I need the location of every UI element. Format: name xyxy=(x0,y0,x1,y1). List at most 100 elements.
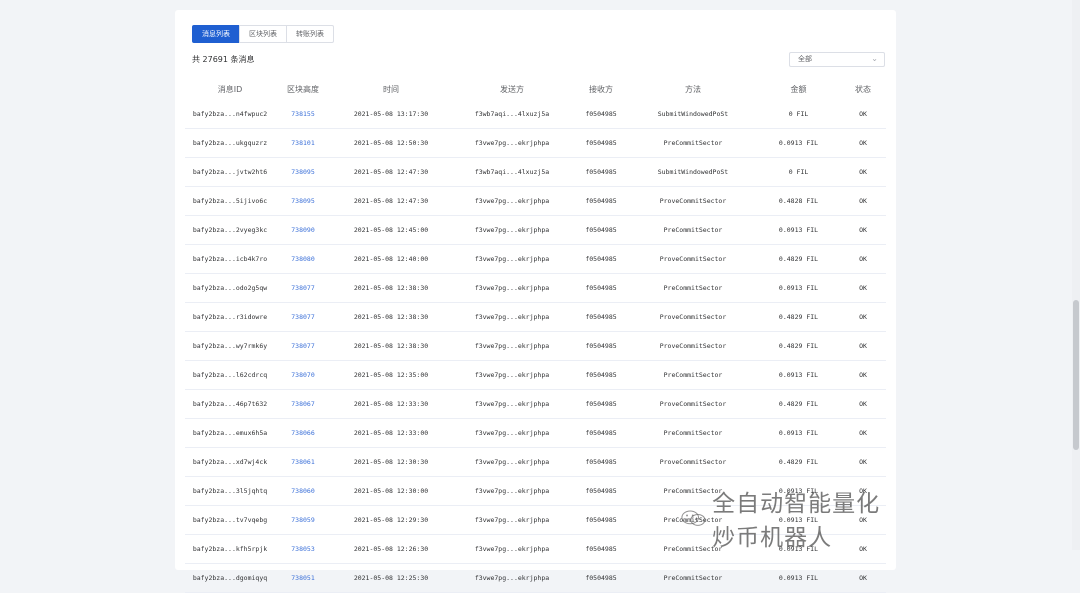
tab-messages[interactable]: 消息列表 xyxy=(192,25,240,43)
cell-message-id[interactable]: bafy2bza...odo2g5qw xyxy=(185,273,275,303)
cell-block-height[interactable]: 738051 xyxy=(275,563,331,593)
cell-sender[interactable]: f3vwe7pg...ekrjphpa xyxy=(451,273,573,303)
cell-receiver[interactable]: f0504985 xyxy=(573,215,629,245)
cell-time: 2021-05-08 12:26:30 xyxy=(331,534,451,564)
cell-block-height[interactable]: 738066 xyxy=(275,418,331,448)
cell-amount: 0 FIL xyxy=(757,100,840,129)
cell-message-id[interactable]: bafy2bza...dgomiqyq xyxy=(185,563,275,593)
cell-block-height[interactable]: 738095 xyxy=(275,157,331,187)
cell-sender[interactable]: f3vwe7pg...ekrjphpa xyxy=(451,563,573,593)
table-row[interactable]: bafy2bza...dgomiqyq 738051 2021-05-08 12:2… xyxy=(185,563,886,593)
cell-receiver[interactable]: f0504985 xyxy=(573,128,629,158)
cell-block-height[interactable]: 738077 xyxy=(275,273,331,303)
cell-sender[interactable]: f3vwe7pg...ekrjphpa xyxy=(451,331,573,361)
cell-sender[interactable]: f3vwe7pg...ekrjphpa xyxy=(451,389,573,419)
cell-block-height[interactable]: 738070 xyxy=(275,360,331,390)
cell-sender[interactable]: f3wb7aqi...4lxuzj5a xyxy=(451,157,573,187)
cell-method: ProveCommitSector xyxy=(629,302,757,332)
cell-sender[interactable]: f3vwe7pg...ekrjphpa xyxy=(451,476,573,506)
table-row[interactable]: bafy2bza...icb4k7ro 738080 2021-05-08 12:4… xyxy=(185,244,886,274)
table-row[interactable]: bafy2bza...2vyeg3kc 738090 2021-05-08 12:4… xyxy=(185,215,886,245)
cell-block-height[interactable]: 738155 xyxy=(275,100,331,129)
scrollbar-thumb[interactable] xyxy=(1073,300,1079,450)
cell-receiver[interactable]: f0504985 xyxy=(573,360,629,390)
list-tabs: 消息列表 区块列表 转账列表 xyxy=(192,25,334,43)
cell-message-id[interactable]: bafy2bza...tv7vqebg xyxy=(185,505,275,535)
cell-receiver[interactable]: f0504985 xyxy=(573,100,629,129)
cell-block-height[interactable]: 738080 xyxy=(275,244,331,274)
cell-receiver[interactable]: f0504985 xyxy=(573,534,629,564)
cell-method: ProveCommitSector xyxy=(629,447,757,477)
cell-sender[interactable]: f3wb7aqi...4lxuzj5a xyxy=(451,100,573,129)
scrollbar-track[interactable] xyxy=(1072,0,1080,550)
cell-block-height[interactable]: 738053 xyxy=(275,534,331,564)
table-row[interactable]: bafy2bza...emux6h5a 738066 2021-05-08 12:3… xyxy=(185,418,886,448)
cell-amount: 0.0913 FIL xyxy=(757,563,840,593)
cell-sender[interactable]: f3vwe7pg...ekrjphpa xyxy=(451,186,573,216)
cell-block-height[interactable]: 738101 xyxy=(275,128,331,158)
cell-sender[interactable]: f3vwe7pg...ekrjphpa xyxy=(451,302,573,332)
cell-sender[interactable]: f3vwe7pg...ekrjphpa xyxy=(451,447,573,477)
cell-receiver[interactable]: f0504985 xyxy=(573,244,629,274)
table-row[interactable]: bafy2bza...n4fwpuc2 738155 2021-05-08 13:1… xyxy=(185,100,886,129)
table-row[interactable]: bafy2bza...r3idowre 738077 2021-05-08 12:3… xyxy=(185,302,886,332)
cell-message-id[interactable]: bafy2bza...icb4k7ro xyxy=(185,244,275,274)
cell-message-id[interactable]: bafy2bza...wy7rmk6y xyxy=(185,331,275,361)
cell-message-id[interactable]: bafy2bza...3l5jqhtq xyxy=(185,476,275,506)
cell-message-id[interactable]: bafy2bza...46p7t632 xyxy=(185,389,275,419)
cell-block-height[interactable]: 738090 xyxy=(275,215,331,245)
cell-receiver[interactable]: f0504985 xyxy=(573,331,629,361)
table-row[interactable]: bafy2bza...ukgquzrz 738101 2021-05-08 12:5… xyxy=(185,128,886,158)
cell-receiver[interactable]: f0504985 xyxy=(573,418,629,448)
cell-receiver[interactable]: f0504985 xyxy=(573,505,629,535)
table-row[interactable]: bafy2bza...5ijivo6c 738095 2021-05-08 12:4… xyxy=(185,186,886,216)
cell-sender[interactable]: f3vwe7pg...ekrjphpa xyxy=(451,418,573,448)
cell-message-id[interactable]: bafy2bza...emux6h5a xyxy=(185,418,275,448)
cell-receiver[interactable]: f0504985 xyxy=(573,389,629,419)
tab-transfers[interactable]: 转账列表 xyxy=(286,25,334,43)
cell-amount: 0.4828 FIL xyxy=(757,186,840,216)
cell-status: OK xyxy=(840,244,886,274)
cell-sender[interactable]: f3vwe7pg...ekrjphpa xyxy=(451,534,573,564)
cell-message-id[interactable]: bafy2bza...ukgquzrz xyxy=(185,128,275,158)
cell-amount: 0 FIL xyxy=(757,157,840,187)
cell-receiver[interactable]: f0504985 xyxy=(573,476,629,506)
cell-message-id[interactable]: bafy2bza...2vyeg3kc xyxy=(185,215,275,245)
cell-sender[interactable]: f3vwe7pg...ekrjphpa xyxy=(451,360,573,390)
cell-receiver[interactable]: f0504985 xyxy=(573,563,629,593)
table-row[interactable]: bafy2bza...xd7wj4ck 738061 2021-05-08 12:3… xyxy=(185,447,886,477)
table-row[interactable]: bafy2bza...l62cdrcq 738070 2021-05-08 12:3… xyxy=(185,360,886,390)
cell-receiver[interactable]: f0504985 xyxy=(573,273,629,303)
table-row[interactable]: bafy2bza...wy7rmk6y 738077 2021-05-08 12:3… xyxy=(185,331,886,361)
cell-block-height[interactable]: 738077 xyxy=(275,302,331,332)
cell-message-id[interactable]: bafy2bza...r3idowre xyxy=(185,302,275,332)
cell-amount: 0.0913 FIL xyxy=(757,128,840,158)
cell-block-height[interactable]: 738060 xyxy=(275,476,331,506)
cell-message-id[interactable]: bafy2bza...jvtw2ht6 xyxy=(185,157,275,187)
cell-block-height[interactable]: 738061 xyxy=(275,447,331,477)
cell-receiver[interactable]: f0504985 xyxy=(573,447,629,477)
tab-blocks[interactable]: 区块列表 xyxy=(239,25,287,43)
cell-block-height[interactable]: 738067 xyxy=(275,389,331,419)
method-filter-select[interactable]: 全部 ⌄ xyxy=(789,52,885,67)
cell-message-id[interactable]: bafy2bza...n4fwpuc2 xyxy=(185,100,275,129)
cell-block-height[interactable]: 738077 xyxy=(275,331,331,361)
cell-receiver[interactable]: f0504985 xyxy=(573,302,629,332)
cell-receiver[interactable]: f0504985 xyxy=(573,157,629,187)
cell-message-id[interactable]: bafy2bza...5ijivo6c xyxy=(185,186,275,216)
cell-message-id[interactable]: bafy2bza...kfh5rpjk xyxy=(185,534,275,564)
cell-sender[interactable]: f3vwe7pg...ekrjphpa xyxy=(451,244,573,274)
table-row[interactable]: bafy2bza...46p7t632 738067 2021-05-08 12:3… xyxy=(185,389,886,419)
cell-status: OK xyxy=(840,563,886,593)
table-row[interactable]: bafy2bza...jvtw2ht6 738095 2021-05-08 12:4… xyxy=(185,157,886,187)
cell-sender[interactable]: f3vwe7pg...ekrjphpa xyxy=(451,215,573,245)
cell-message-id[interactable]: bafy2bza...xd7wj4ck xyxy=(185,447,275,477)
cell-sender[interactable]: f3vwe7pg...ekrjphpa xyxy=(451,505,573,535)
cell-block-height[interactable]: 738059 xyxy=(275,505,331,535)
cell-sender[interactable]: f3vwe7pg...ekrjphpa xyxy=(451,128,573,158)
cell-message-id[interactable]: bafy2bza...l62cdrcq xyxy=(185,360,275,390)
cell-receiver[interactable]: f0504985 xyxy=(573,186,629,216)
cell-block-height[interactable]: 738095 xyxy=(275,186,331,216)
table-row[interactable]: bafy2bza...odo2g5qw 738077 2021-05-08 12:3… xyxy=(185,273,886,303)
col-status: 状态 xyxy=(855,84,871,94)
